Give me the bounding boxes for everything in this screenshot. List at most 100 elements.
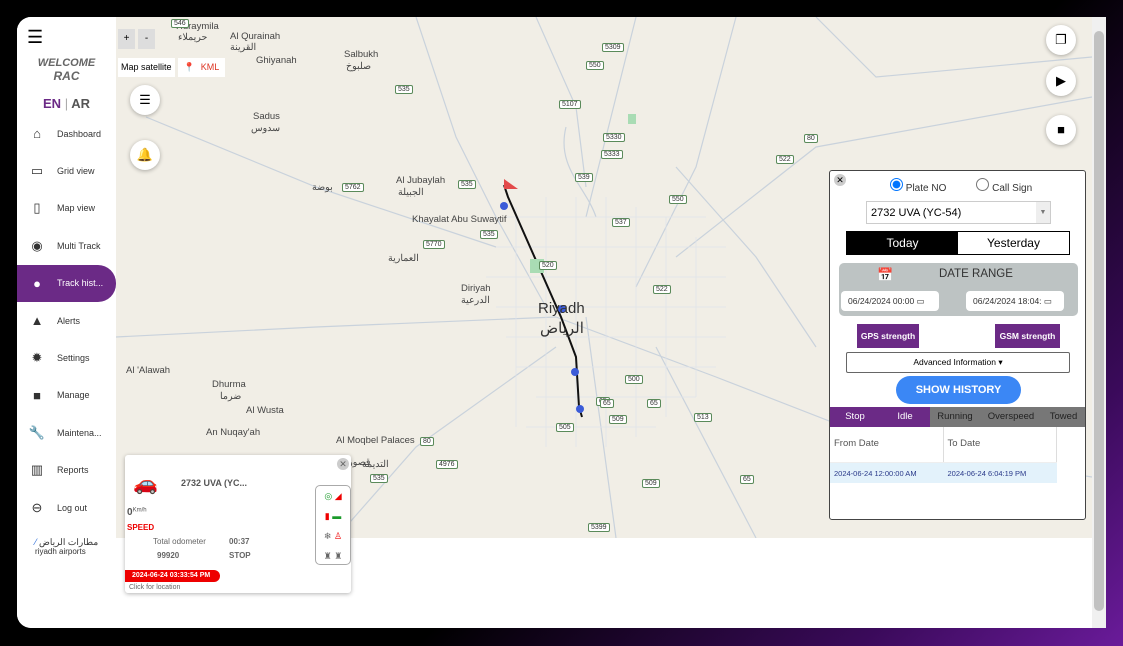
sidebar-item-dashboard[interactable]: ⌂ Dashboard bbox=[17, 115, 116, 152]
lang-en[interactable]: EN bbox=[43, 96, 61, 111]
stop-icon[interactable]: ■ bbox=[1046, 115, 1076, 145]
duration: 00:37 bbox=[229, 537, 250, 546]
location-hint[interactable]: Click for location bbox=[129, 584, 180, 591]
road-shield: 535 bbox=[370, 474, 388, 483]
from-date-input[interactable]: 06/24/2024 00:00 ▭ bbox=[841, 291, 939, 311]
sidebar-item-label: Maintena... bbox=[57, 427, 102, 438]
table-row[interactable]: 2024-06-24 12:00:00 AM 2024-06-24 6:04:19… bbox=[830, 463, 1057, 483]
gsm-strength-button[interactable]: GSM strength bbox=[995, 324, 1060, 348]
location-pin-icon: ● bbox=[33, 275, 41, 291]
cell-to: 2024-06-24 6:04:19 PM bbox=[947, 469, 1027, 478]
timestamp-badge[interactable]: 2024-06-24 03:33:54 PM bbox=[125, 570, 220, 582]
road-shield: 513 bbox=[694, 413, 712, 422]
road-shield: 5762 bbox=[342, 183, 364, 192]
ac-icon: ❄ bbox=[323, 531, 332, 541]
sidebar-item-maintena[interactable]: 🔧 Maintena... bbox=[17, 414, 116, 451]
close-icon[interactable]: ✕ bbox=[337, 458, 349, 470]
tab-stop[interactable]: Stop bbox=[830, 407, 880, 427]
map-label: الرياض bbox=[540, 320, 584, 337]
welcome-text: WELCOME RAC bbox=[37, 57, 96, 83]
sidebar-item-alerts[interactable]: ▲ Alerts bbox=[17, 302, 116, 339]
status-text: STOP bbox=[229, 551, 251, 560]
seat-icon: ♜ bbox=[334, 551, 343, 561]
hamburger-menu-icon[interactable]: ☰ bbox=[27, 27, 43, 48]
tab-running[interactable]: Running bbox=[930, 407, 980, 427]
sidebar-item-log-out[interactable]: ⊖ Log out bbox=[17, 489, 116, 526]
sidebar-item-label: Track hist... bbox=[57, 278, 104, 289]
sidebar-item-manage[interactable]: ■ Manage bbox=[17, 377, 116, 414]
road-shield: 546 bbox=[171, 19, 189, 28]
riyadh-airports-logo: ⁄ مطارات الرياض riyadh airports bbox=[35, 537, 99, 556]
folder-icon: ■ bbox=[33, 387, 41, 403]
map-label: صلبوخ bbox=[346, 61, 372, 72]
map-label: الدرعية bbox=[461, 295, 490, 306]
vehicle-info-popup: ✕ 🚗 2732 UVA (YC... 0Km/h SPEED Total od… bbox=[125, 455, 351, 593]
road-shield: 537 bbox=[612, 218, 630, 227]
map-icon: ▯ bbox=[33, 200, 41, 216]
bell-icon[interactable]: 🔔 bbox=[130, 140, 160, 170]
list-icon[interactable]: ☰ bbox=[130, 85, 160, 115]
date-range: 📅 DATE RANGE 06/24/2024 00:00 ▭ 06/24/202… bbox=[839, 263, 1078, 316]
sidebar-item-map-view[interactable]: ▯ Map view bbox=[17, 190, 116, 227]
status-tabs: Stop Idle Running Overspeed Towed bbox=[830, 407, 1085, 427]
radio-plate-no[interactable]: Plate NO bbox=[890, 178, 946, 194]
zoom-in-button[interactable]: + bbox=[118, 29, 135, 49]
pin-icon: 📍 bbox=[180, 58, 198, 76]
sidebar-item-label: Log out bbox=[57, 502, 88, 513]
map-label: Diriyah bbox=[461, 283, 491, 294]
today-button[interactable]: Today bbox=[847, 232, 958, 254]
sidebar-item-multi-track[interactable]: ◉ Multi Track bbox=[17, 227, 116, 264]
tab-overspeed[interactable]: Overspeed bbox=[980, 407, 1042, 427]
map-label: Al Qurainah bbox=[230, 31, 281, 42]
sidebar-item-label: Reports bbox=[57, 465, 89, 476]
sidebar-item-label: Multi Track bbox=[57, 240, 101, 251]
map-label: العمارية bbox=[388, 253, 419, 264]
track-point-marker bbox=[571, 368, 579, 376]
sidebar-item-reports[interactable]: ▥ Reports bbox=[17, 452, 116, 489]
road-shield: 509 bbox=[609, 415, 627, 424]
sidebar-item-settings[interactable]: ✹ Settings bbox=[17, 339, 116, 376]
close-icon[interactable]: ✕ bbox=[834, 174, 846, 186]
scrollbar[interactable] bbox=[1092, 17, 1106, 628]
bar-chart-icon: ▥ bbox=[30, 462, 44, 478]
to-date-input[interactable]: 06/24/2024 18:04: ▭ bbox=[966, 291, 1064, 311]
play-icon[interactable]: ▶ bbox=[1046, 66, 1076, 96]
map-label: الجبيلة bbox=[398, 187, 424, 198]
road-shield: 509 bbox=[642, 479, 660, 488]
zoom-out-button[interactable]: - bbox=[138, 29, 155, 49]
yesterday-button[interactable]: Yesterday bbox=[958, 232, 1069, 254]
map-label: القرينة bbox=[230, 42, 257, 53]
advanced-information-toggle[interactable]: Advanced Information ▾ bbox=[846, 352, 1070, 373]
road-shield: 535 bbox=[395, 85, 413, 94]
wrench-icon: 🔧 bbox=[28, 424, 46, 440]
copy-icon[interactable]: ❐ bbox=[1046, 25, 1076, 55]
tab-idle[interactable]: Idle bbox=[880, 407, 930, 427]
sidebar-item-label: Dashboard bbox=[57, 128, 102, 139]
sidebar-item-track-hist[interactable]: ● Track hist... bbox=[17, 264, 116, 302]
language-switch: EN | AR bbox=[17, 96, 116, 111]
road-shield: 505 bbox=[556, 423, 574, 432]
lang-ar[interactable]: AR bbox=[71, 96, 90, 111]
road-shield: 65 bbox=[600, 399, 614, 408]
seatbelt-icon: ♙ bbox=[333, 531, 343, 541]
calendar-icon: 📅 bbox=[877, 267, 894, 282]
vehicle-select[interactable]: 2732 UVA (YC-54) ▼ bbox=[866, 201, 1051, 224]
nav-menu: ⌂ Dashboard ▭ Grid view ▯ Map view ◉ Multi Trac… bbox=[17, 115, 116, 526]
sidebar-item-grid-view[interactable]: ▭ Grid view bbox=[17, 152, 116, 189]
signal-icon: ◢ bbox=[334, 491, 342, 501]
map-label: Al 'Alawah bbox=[126, 365, 171, 376]
gps-strength-button[interactable]: GPS strength bbox=[857, 324, 919, 348]
road-shield: 4976 bbox=[436, 460, 458, 469]
map-label: Ghiyanah bbox=[256, 55, 297, 66]
start-flag-icon bbox=[504, 179, 518, 189]
map-label: An Nuqay'ah bbox=[206, 427, 261, 438]
tab-towed[interactable]: Towed bbox=[1042, 407, 1085, 427]
map-type-button[interactable]: Map satellite bbox=[118, 58, 175, 77]
kml-button[interactable]: 📍 KML bbox=[177, 58, 226, 77]
speed-unit: Km/h bbox=[132, 507, 147, 514]
home-icon: ⌂ bbox=[33, 126, 41, 142]
road-shield: 80 bbox=[420, 437, 434, 446]
road-shield: 550 bbox=[669, 195, 687, 204]
show-history-button[interactable]: SHOW HISTORY bbox=[896, 376, 1021, 404]
radio-call-sign[interactable]: Call Sign bbox=[976, 178, 1032, 194]
